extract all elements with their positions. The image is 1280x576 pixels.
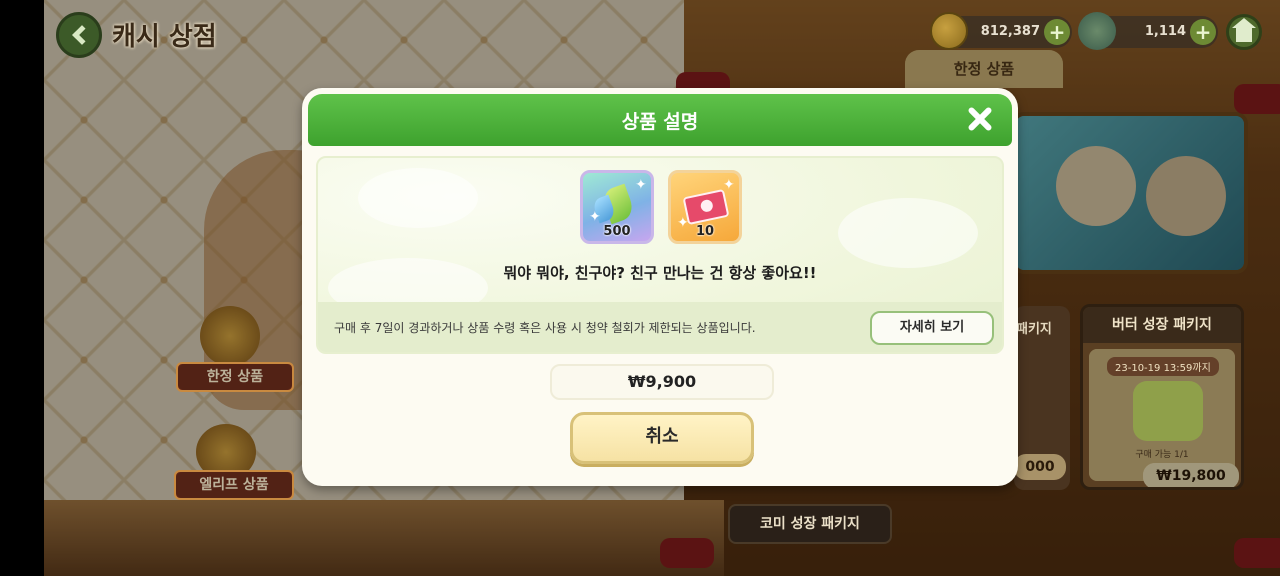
cancel-button[interactable]: 취소 bbox=[570, 412, 754, 464]
partial-package-price: 000 bbox=[1014, 454, 1066, 480]
shelf-relief-label[interactable]: 엘리프 상품 bbox=[174, 470, 294, 500]
close-icon[interactable] bbox=[964, 104, 996, 136]
product-description-modal: 상품 설명 ✦ ✦ 500 ✦ ✦ 10 뭐야 뭐야, 친구야? 친구 만나는 … bbox=[302, 88, 1018, 486]
bottom-shelf bbox=[44, 500, 724, 576]
butter-package-limit: 구매 가능 1/1 bbox=[1135, 450, 1189, 460]
leaf-item: ✦ ✦ 500 bbox=[580, 170, 654, 244]
package-card-partial[interactable]: 패키지 000 bbox=[1014, 306, 1070, 490]
ticket-item: ✦ ✦ 10 bbox=[668, 170, 742, 244]
modal-title: 상품 설명 bbox=[621, 111, 699, 133]
details-button[interactable]: 자세히 보기 bbox=[870, 311, 994, 345]
butter-package-price: ₩19,800 bbox=[1143, 463, 1239, 487]
ribbon-bow bbox=[1234, 538, 1280, 568]
home-button[interactable] bbox=[1226, 14, 1262, 50]
butter-package-timer: 23-10-19 13:59까지 bbox=[1107, 357, 1219, 376]
coin-icon bbox=[930, 12, 968, 50]
left-black-bar bbox=[0, 0, 44, 576]
ticket-item-quantity: 10 bbox=[695, 224, 715, 239]
shelf-limited-label[interactable]: 한정 상품 bbox=[176, 362, 294, 392]
butter-package-title: 버터 성장 패키지 bbox=[1083, 307, 1241, 343]
product-content-area: ✦ ✦ 500 ✦ ✦ 10 뭐야 뭐야, 친구야? 친구 만나는 건 항상 좋… bbox=[316, 156, 1004, 354]
limited-banner-art[interactable] bbox=[1012, 112, 1248, 274]
butter-package-card[interactable]: 버터 성장 패키지 23-10-19 13:59까지 구매 가능 1/1 ₩19… bbox=[1080, 304, 1244, 490]
ribbon-bow bbox=[660, 538, 714, 568]
add-crystals-button[interactable]: + bbox=[1190, 19, 1216, 45]
tab-limited-products[interactable]: 한정 상품 bbox=[905, 50, 1063, 88]
clock-badge-icon bbox=[200, 306, 260, 366]
leaf-crystal-icon bbox=[1078, 12, 1116, 50]
modal-header: 상품 설명 bbox=[308, 94, 1012, 146]
refund-notice-bar: 구매 후 7일이 경과하거나 상품 수령 혹은 사용 시 청약 철회가 제한되는… bbox=[318, 302, 1002, 352]
backpack-icon bbox=[1133, 381, 1203, 441]
add-coins-button[interactable]: + bbox=[1044, 19, 1070, 45]
crystal-counter: 1,114 + bbox=[1078, 12, 1218, 50]
ribbon-bow bbox=[1234, 84, 1280, 114]
character-dialog: 뭐야 뭐야, 친구야? 친구 만나는 건 항상 좋아요!! bbox=[503, 264, 817, 282]
partial-package-title: 패키지 bbox=[1016, 322, 1052, 337]
crystal-amount: 1,114 bbox=[1144, 24, 1186, 39]
price-display: ₩9,900 bbox=[550, 364, 774, 400]
back-button[interactable] bbox=[56, 12, 102, 58]
leaf-item-quantity: 500 bbox=[603, 224, 631, 239]
coin-counter: 812,387 + bbox=[930, 12, 1072, 50]
back-arrow-icon bbox=[72, 25, 92, 45]
refund-notice-text: 구매 후 7일이 경과하거나 상품 수령 혹은 사용 시 청약 철회가 제한되는… bbox=[334, 321, 756, 335]
comi-package-tab[interactable]: 코미 성장 패키지 bbox=[728, 504, 892, 544]
page-title: 캐시 상점 bbox=[112, 22, 217, 52]
home-icon bbox=[1232, 18, 1256, 42]
coin-amount: 812,387 bbox=[980, 24, 1040, 39]
ticket-icon bbox=[682, 188, 730, 226]
